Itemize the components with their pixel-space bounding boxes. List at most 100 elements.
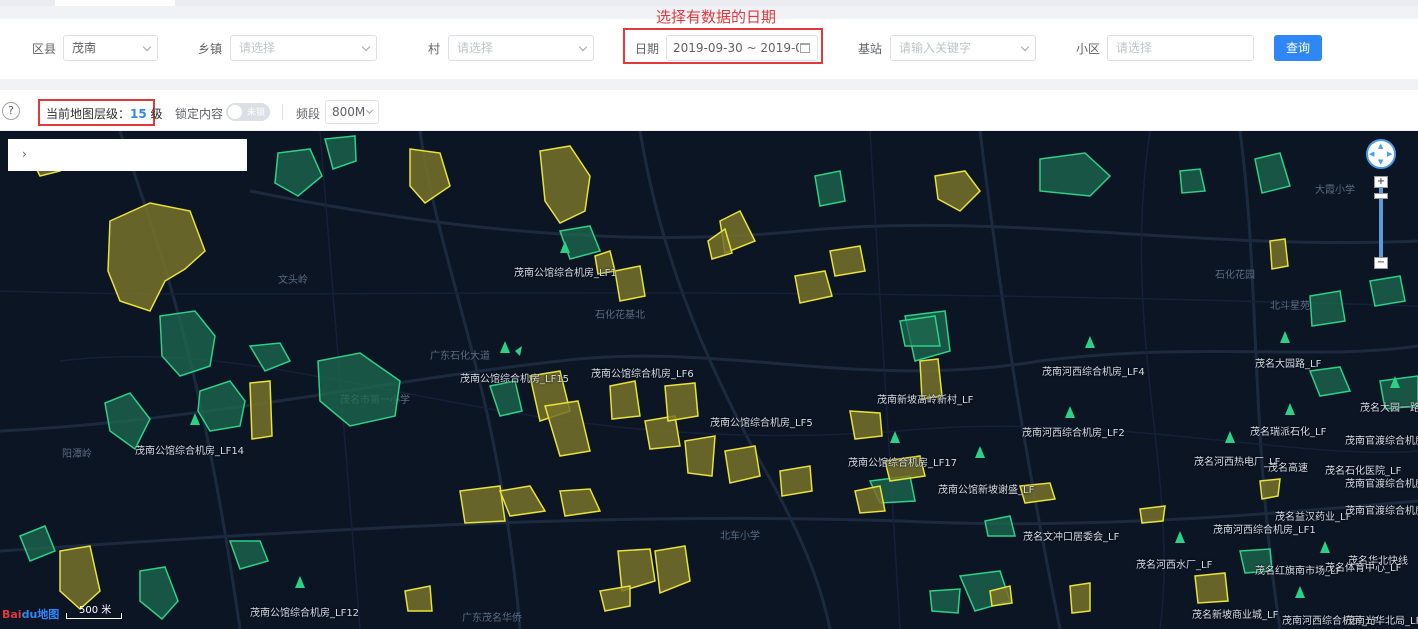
freq-select[interactable]: 800M — [325, 100, 379, 124]
logo-bai: Bai — [2, 608, 22, 621]
freq-label: 频段 — [296, 107, 321, 121]
station-select[interactable]: 请输入关键字 — [890, 35, 1036, 61]
chevron-down-icon — [578, 42, 588, 52]
station-label: 茂南河西综合机房_LF2 — [1022, 428, 1125, 439]
coverage-polygon — [899, 315, 941, 347]
coverage-polygon — [249, 380, 273, 440]
cell-placeholder: 请选择 — [1116, 41, 1153, 55]
coverage-polygon — [934, 170, 981, 212]
chevron-down-icon — [1020, 42, 1030, 52]
lock-content-toggle[interactable]: 未锁 — [226, 103, 270, 121]
annotation-title: 选择有数据的日期 — [656, 8, 777, 26]
zoom-out-button[interactable]: − — [1374, 257, 1388, 269]
antenna-icon — [1295, 586, 1305, 598]
pan-down-icon[interactable]: ▼ — [1378, 158, 1383, 166]
coverage-polygon — [1309, 290, 1346, 327]
coverage-polygon — [664, 382, 699, 422]
antenna-icon — [1175, 531, 1185, 543]
chevron-down-icon — [142, 42, 152, 52]
coverage-polygon — [104, 392, 151, 451]
station-label: 茂名河西水厂_LF — [1136, 560, 1213, 571]
date-label: 日期 — [635, 42, 660, 56]
zoom-slider-track[interactable] — [1379, 177, 1383, 263]
side-panel-toggle[interactable]: › — [8, 139, 247, 171]
help-icon[interactable]: ? — [2, 102, 20, 120]
coverage-polygon — [409, 148, 451, 204]
query-button[interactable]: 查询 — [1274, 35, 1322, 61]
date-range-picker[interactable]: 2019-09-30 ~ 2019-09-30 — [666, 35, 818, 61]
active-tab-line — [55, 0, 175, 6]
pan-right-icon[interactable]: ▶ — [1387, 150, 1392, 158]
coverage-polygon — [139, 566, 179, 621]
pan-up-icon[interactable]: ▲ — [1378, 142, 1383, 150]
coverage-polygon — [559, 488, 602, 517]
antenna-icon — [515, 346, 522, 356]
divider — [282, 104, 283, 120]
pan-left-icon[interactable]: ◀ — [1369, 150, 1374, 158]
coverage-polygon — [107, 202, 206, 312]
antenna-icon — [190, 413, 200, 425]
antenna-icon — [500, 341, 510, 353]
village-select[interactable]: 请选择 — [448, 35, 594, 61]
zoom-suffix: 级 — [146, 107, 163, 121]
coverage-polygon — [984, 515, 1016, 537]
coverage-polygon — [324, 135, 357, 170]
station-label: 茂南公馆综合机房_LF14 — [135, 446, 245, 457]
coverage-polygon — [929, 588, 961, 614]
antenna-icon — [890, 431, 900, 443]
coverage-polygon — [814, 170, 846, 207]
coverage-polygon — [644, 415, 681, 450]
station-label: 茂南公馆综合机房_LF1 — [514, 268, 617, 279]
station-label: 基站 — [858, 42, 883, 56]
coverage-polygon — [19, 525, 56, 562]
coverage-polygon — [1069, 582, 1091, 614]
coverage-polygon — [539, 145, 591, 224]
coverage-polygon — [854, 485, 886, 514]
coverage-polygon — [654, 545, 691, 595]
baidu-map-logo: Baidu地图 — [2, 606, 59, 622]
station-label: 茂南官渡综合机房 — [1345, 506, 1418, 517]
pan-control[interactable]: ▲ ▼ ◀ ▶ — [1366, 139, 1396, 169]
lock-content-label: 锁定内容 — [175, 107, 224, 121]
station-label: 茂名瑞派石化_LF — [1250, 427, 1327, 438]
coverage-polygon — [1259, 478, 1281, 500]
coverage-polygon — [1139, 505, 1166, 524]
coverage-polygon — [228, 540, 270, 570]
coverage-polygon — [1308, 366, 1352, 397]
station-label: 茂南公馆综合机房_LF5 — [710, 418, 813, 429]
zoom-in-button[interactable]: + — [1374, 176, 1388, 188]
zoom-level: 15 — [130, 107, 147, 121]
station-label: 茂名文冲口居委会_LF — [1023, 532, 1120, 543]
coverage-polygon — [489, 380, 523, 417]
coverage-polygon — [404, 585, 433, 612]
antenna-icon — [1320, 541, 1330, 553]
station-label: 茂名新坡商业城_LF — [1192, 610, 1279, 621]
coverage-map[interactable]: 文头岭 阳潭岭 茂名市第一小学 广东石化大道 北斗星苑 石化花园 大霞小学 北车… — [0, 131, 1418, 629]
scale-bar — [66, 613, 122, 619]
toggle-knob — [228, 105, 242, 119]
station-label: 茂名大园路_LF — [1255, 359, 1322, 370]
county-select[interactable]: 茂南 — [63, 35, 158, 61]
coverage-polygon — [317, 352, 401, 427]
village-label: 村 — [428, 42, 441, 56]
station-label: 茂南河西综合机房_LF4 — [1042, 367, 1145, 378]
chevron-right-icon: › — [22, 147, 27, 161]
station-label: 茂南公馆综合机房_LF17 — [848, 458, 958, 469]
station-placeholder: 请输入关键字 — [899, 41, 972, 55]
coverage-polygon — [617, 548, 656, 592]
antenna-icon — [1085, 336, 1095, 348]
town-select[interactable]: 请选择 — [230, 35, 377, 61]
zoom-prefix: 当前地图层级： — [46, 107, 131, 121]
freq-value: 800M — [332, 105, 366, 119]
station-label: 茂南公馆综合机房_LF6 — [591, 369, 694, 380]
coverage-polygon — [829, 245, 866, 277]
coverage-polygon — [609, 380, 641, 420]
antenna-icon — [1065, 406, 1075, 418]
coverage-polygon — [1369, 275, 1406, 307]
coverage-polygon — [849, 410, 883, 440]
coverage-polygon — [197, 380, 246, 432]
zoom-slider-handle[interactable] — [1374, 193, 1388, 199]
date-value: 2019-09-30 ~ 2019-09-30 — [673, 41, 799, 55]
cell-select[interactable]: 请选择 — [1107, 35, 1254, 61]
antenna-icon — [1225, 431, 1235, 443]
